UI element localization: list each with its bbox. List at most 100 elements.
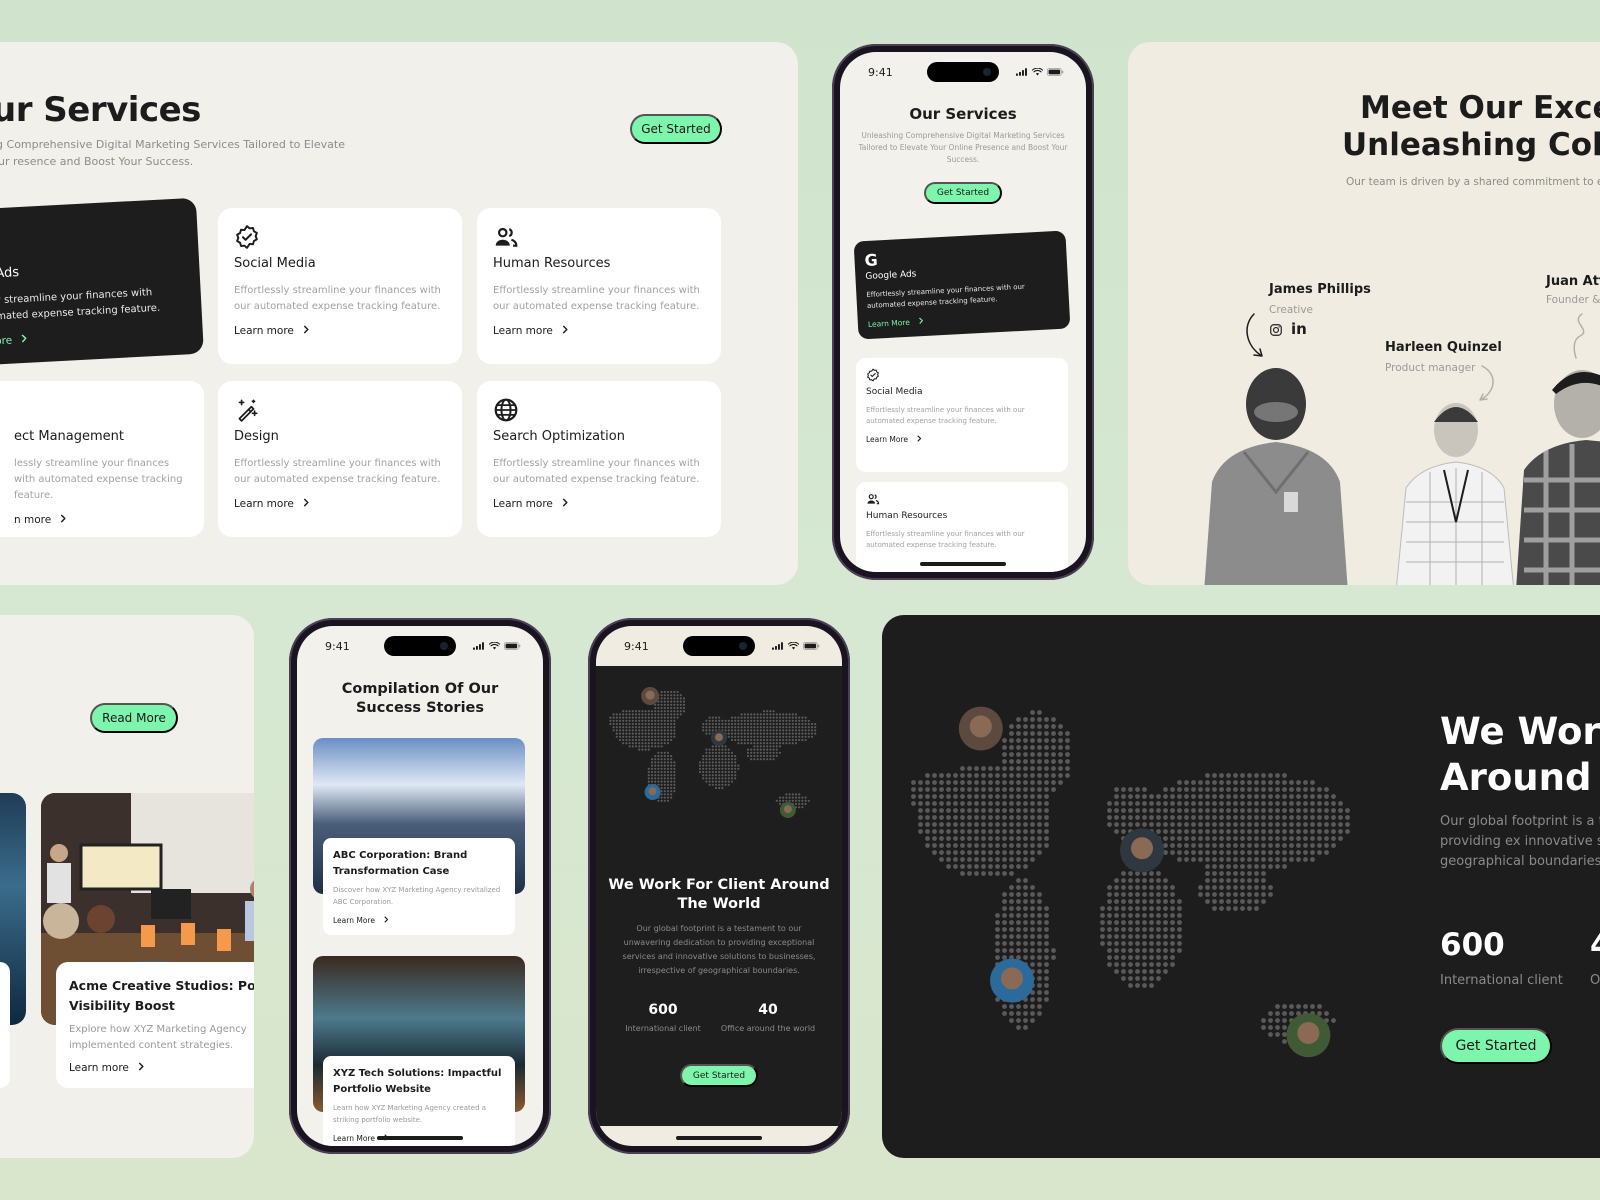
case-study-card[interactable]: Acme Creative Studios: Portf Visibility B…	[56, 962, 254, 1088]
linkedin-icon[interactable]: in	[1291, 320, 1307, 338]
map-dot	[1030, 899, 1035, 904]
map-dot	[1303, 829, 1308, 834]
map-dot	[654, 732, 657, 735]
service-card-google-ads[interactable]: G Google Ads Effortlessly streamline you…	[853, 230, 1071, 340]
map-dot	[782, 726, 785, 729]
map-dot	[698, 770, 702, 774]
map-dot	[657, 777, 660, 780]
map-dot	[791, 742, 794, 745]
map-dot	[1303, 836, 1308, 841]
map-dot	[1044, 717, 1049, 722]
map-dot	[1114, 794, 1119, 799]
map-dot	[1303, 850, 1308, 855]
service-card-social-media[interactable]: Social Media Effortlessly streamline you…	[218, 208, 462, 364]
map-dot	[1219, 836, 1224, 841]
read-more-button[interactable]: Read More	[90, 703, 178, 733]
map-dot	[1310, 850, 1315, 855]
learn-more-link[interactable]: Learn more	[69, 1062, 254, 1074]
map-dot	[974, 801, 979, 806]
map-dot	[1296, 850, 1301, 855]
map-dot	[1135, 976, 1140, 981]
map-dot	[734, 729, 737, 732]
map-dot	[721, 764, 724, 767]
map-dot	[775, 716, 778, 719]
learn-more-link[interactable]: Learn more	[234, 325, 446, 337]
map-dot	[1142, 787, 1147, 792]
learn-more-link[interactable]: n more	[0, 325, 187, 348]
service-card-google-ads[interactable]: gle Ads lessly streamline your finances …	[0, 197, 204, 367]
chevron-right-icon	[20, 334, 29, 343]
learn-more-link[interactable]: Learn more	[493, 325, 705, 337]
map-dot	[1163, 955, 1168, 960]
map-dot	[1317, 836, 1322, 841]
map-dot	[641, 745, 644, 748]
map-dot	[673, 690, 676, 694]
map-dot	[785, 716, 788, 719]
map-dot	[782, 742, 785, 745]
map-dot	[1275, 850, 1280, 855]
map-dot	[721, 758, 724, 761]
get-started-button[interactable]: Get Started	[630, 114, 722, 144]
story-card[interactable]: XYZ Tech Solutions: Impactful Portfolio …	[323, 1056, 515, 1146]
map-dot	[1177, 780, 1182, 785]
learn-more-link[interactable]: n more	[0, 514, 188, 526]
map-dot	[660, 703, 663, 706]
service-card-human-resources[interactable]: Human Resources Effortlessly streamline …	[856, 482, 1068, 572]
map-dot	[759, 754, 762, 758]
get-started-button[interactable]: Get Started	[1440, 1028, 1552, 1064]
map-dot	[1051, 780, 1056, 785]
service-card-project-management[interactable]: ect Management lessly streamline your fi…	[0, 381, 204, 537]
map-dot	[1149, 941, 1154, 946]
learn-more-link[interactable]: Learn more	[493, 498, 705, 510]
dynamic-island	[927, 62, 999, 82]
map-dot	[670, 758, 673, 761]
map-dot	[660, 706, 663, 710]
map-dot	[1107, 808, 1112, 813]
map-dot	[1156, 927, 1161, 932]
map-dot	[798, 799, 801, 802]
map-dot	[1296, 857, 1301, 862]
map-dot	[1226, 808, 1231, 813]
map-dot	[1135, 899, 1140, 904]
instagram-icon[interactable]	[1269, 323, 1283, 337]
map-dot	[960, 857, 965, 862]
map-dot	[708, 751, 711, 754]
map-dot	[650, 738, 654, 742]
map-dot	[1275, 864, 1280, 869]
map-dot	[1282, 864, 1287, 869]
map-dot	[1219, 843, 1224, 848]
map-dot	[1289, 857, 1294, 862]
map-dot	[1289, 843, 1294, 848]
map-dot	[804, 716, 807, 719]
map-dot	[650, 710, 654, 713]
map-dot	[641, 716, 644, 719]
map-dot	[670, 774, 673, 777]
map-dot	[1016, 857, 1021, 862]
service-card-human-resources[interactable]: Human Resources Effortlessly streamline …	[477, 208, 721, 364]
map-dot	[1016, 878, 1021, 883]
service-card-social-media[interactable]: Social Media Effortlessly streamline you…	[856, 358, 1068, 472]
learn-more-link[interactable]: Learn More	[333, 916, 505, 925]
map-dot	[1240, 843, 1245, 848]
map-dot	[666, 780, 670, 783]
service-card-design[interactable]: Design Effortlessly streamline your fina…	[218, 381, 462, 537]
page-title: Compilation Of Our Success Stories	[297, 680, 543, 718]
map-dot	[1142, 962, 1147, 967]
map-dot	[641, 710, 644, 713]
map-dot	[638, 722, 641, 726]
learn-more-link[interactable]: Learn more	[234, 498, 446, 510]
map-dot	[778, 802, 782, 806]
map-dot	[1149, 962, 1154, 967]
map-dot	[1002, 759, 1007, 764]
service-card-search-optimization[interactable]: Search Optimization Effortlessly streaml…	[477, 381, 721, 537]
map-dot	[663, 790, 666, 793]
story-card[interactable]: ABC Corporation: Brand Transformation Ca…	[323, 838, 515, 935]
learn-more-link[interactable]: Learn More	[866, 435, 1058, 444]
learn-more-link[interactable]: Learn More	[868, 310, 1060, 329]
map-dot	[801, 735, 804, 738]
map-dot	[1037, 969, 1042, 974]
get-started-button[interactable]: Get Started	[680, 1064, 758, 1087]
map-dot	[647, 742, 650, 745]
map-dot	[1037, 941, 1042, 946]
get-started-button[interactable]: Get Started	[924, 182, 1002, 204]
